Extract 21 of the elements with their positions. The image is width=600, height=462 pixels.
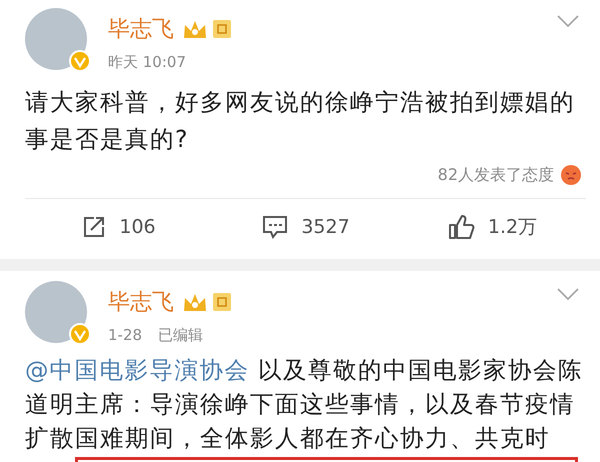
post-text: @中国电影导演协会 以及尊敬的中国电影家协会陈道明主席：导演徐峥下面这些事情，以及春节疫情扩散国难期间，全体影人都在齐心协力、共克时 xyxy=(25,355,584,454)
reactions-count[interactable]: 82人发表了态度 xyxy=(438,164,554,186)
comment-icon xyxy=(261,214,290,240)
angry-face-icon xyxy=(560,164,582,186)
thumbs-up-icon xyxy=(448,213,476,241)
chevron-down-icon[interactable] xyxy=(556,287,580,301)
verified-badge-icon xyxy=(69,323,91,345)
author-name[interactable]: 毕志飞 xyxy=(108,287,174,317)
author-name[interactable]: 毕志飞 xyxy=(108,14,174,44)
repost-button[interactable]: 106 xyxy=(25,209,212,245)
like-button[interactable]: 1.2万 xyxy=(399,209,586,245)
chevron-down-icon[interactable] xyxy=(556,14,580,28)
mention-link[interactable]: @中国电影导演协会 xyxy=(25,356,250,384)
comment-button[interactable]: 3527 xyxy=(212,209,399,245)
member-badge-icon xyxy=(212,292,232,312)
member-badge-icon xyxy=(212,19,232,39)
edited-label: 已编辑 xyxy=(158,326,204,345)
post-time: 昨天 10:07 xyxy=(108,53,186,72)
post-time: 1-28 xyxy=(108,326,142,345)
verified-badge-icon xyxy=(69,50,91,72)
post-text: 请大家科普，好多网友说的徐峥宁浩被拍到嫖娼的事是否是真的? xyxy=(25,87,576,155)
